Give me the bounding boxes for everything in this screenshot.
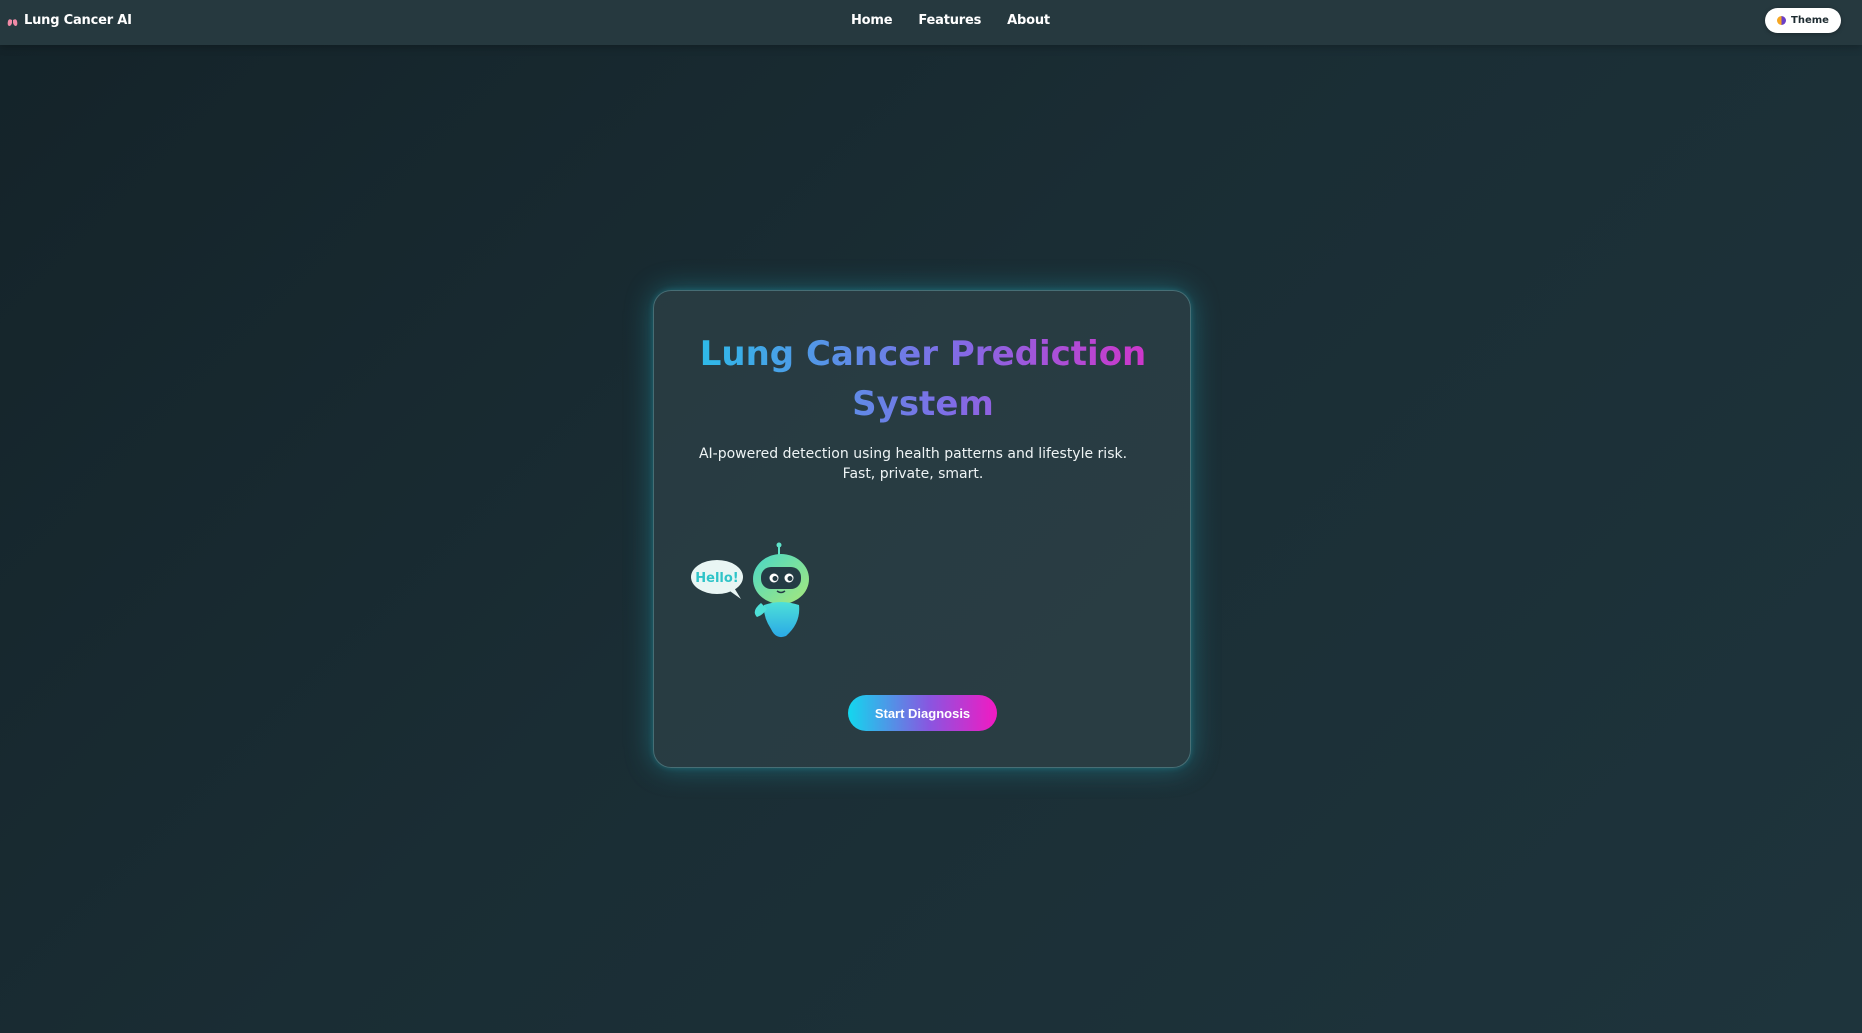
nav-links: Home Features About bbox=[851, 0, 1050, 40]
nav-home-link[interactable]: Home bbox=[851, 13, 893, 28]
brand-name: Lung Cancer AI bbox=[24, 12, 132, 28]
brand[interactable]: Lung Cancer AI bbox=[6, 0, 132, 40]
page-title: Lung Cancer Prediction System bbox=[654, 329, 1192, 429]
bubble-text: Hello! bbox=[695, 571, 738, 586]
half-circle-theme-icon bbox=[1777, 16, 1787, 25]
theme-label: Theme bbox=[1791, 15, 1829, 26]
robot-mascot: Hello! bbox=[691, 541, 816, 641]
speech-bubble: Hello! bbox=[691, 560, 743, 599]
top-navbar: Lung Cancer AI Home Features About Theme bbox=[0, 0, 1862, 45]
theme-toggle-button[interactable]: Theme bbox=[1765, 8, 1841, 33]
nav-features-link[interactable]: Features bbox=[918, 13, 981, 28]
nav-about-link[interactable]: About bbox=[1007, 13, 1050, 28]
start-diagnosis-button[interactable]: Start Diagnosis bbox=[848, 695, 997, 731]
hero-subtitle: AI-powered detection using health patter… bbox=[698, 446, 1128, 482]
lungs-icon bbox=[6, 14, 19, 27]
hero-card: Lung Cancer Prediction System AI-powered… bbox=[653, 290, 1191, 768]
